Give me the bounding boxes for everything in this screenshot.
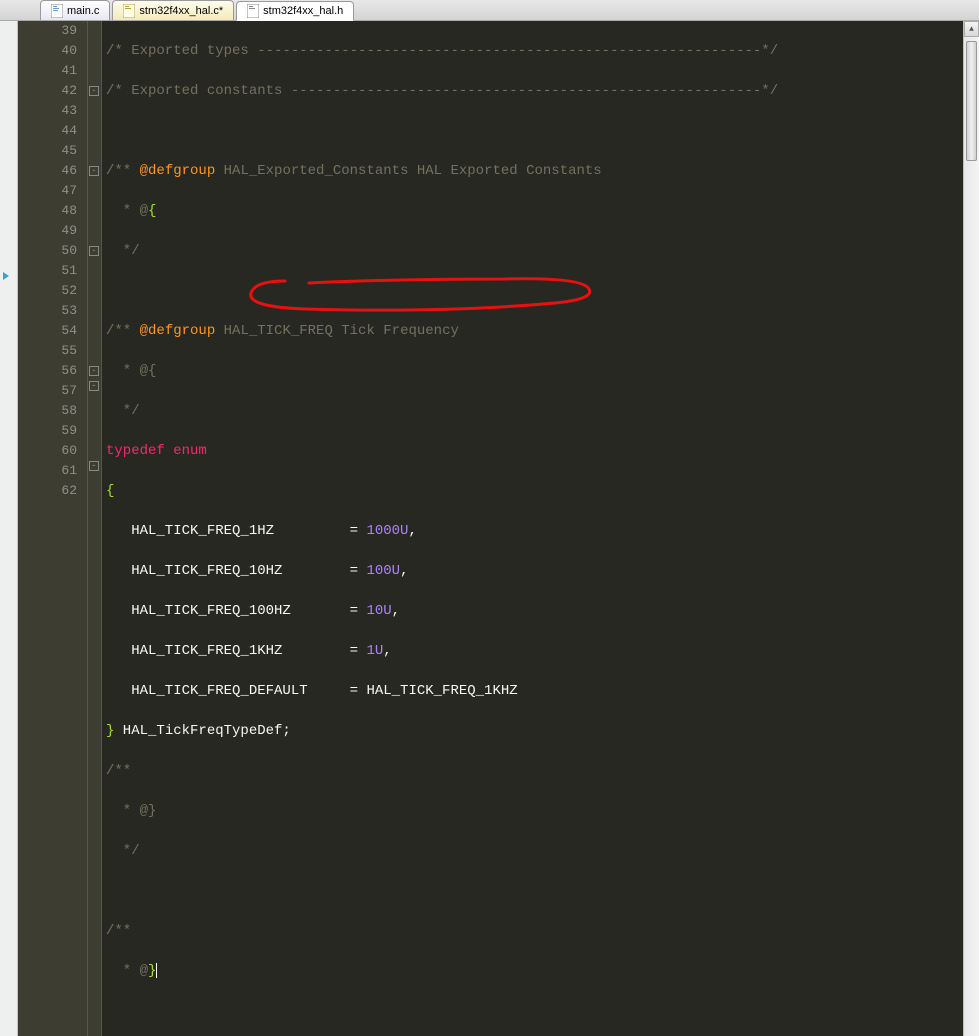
code-text: */: [106, 843, 140, 859]
code-text: /**: [106, 763, 131, 779]
code-text: }: [148, 963, 156, 979]
code-text: ,: [383, 643, 391, 659]
vertical-scrollbar[interactable]: ▲ ▼: [963, 21, 979, 1036]
code-text: HAL_TICK_FREQ_100HZ =: [106, 603, 366, 619]
line-number: 44: [18, 121, 77, 141]
line-number: 60: [18, 441, 77, 461]
marker-gutter[interactable]: [0, 21, 18, 1036]
fold-toggle-icon[interactable]: -: [89, 246, 99, 256]
line-number: 56: [18, 361, 77, 381]
code-text: HAL_TICK_FREQ_1KHZ =: [106, 643, 366, 659]
code-text: }: [106, 723, 114, 739]
scroll-track[interactable]: [964, 37, 979, 1036]
line-number: 61: [18, 461, 77, 481]
scroll-thumb[interactable]: [966, 41, 977, 161]
code-text: /**: [106, 923, 131, 939]
line-number: 62: [18, 481, 77, 501]
fold-gutter: - - - - - -: [88, 21, 102, 1036]
code-text: {: [148, 203, 156, 219]
code-text: 10U: [366, 603, 391, 619]
code-text: * @{: [106, 363, 156, 379]
tab-label: stm32f4xx_hal.c*: [139, 5, 223, 17]
code-text: HAL_TICK_FREQ_1HZ =: [106, 523, 366, 539]
code-text: */: [106, 403, 140, 419]
line-number: 51: [18, 261, 77, 281]
code-text: @defgroup: [131, 323, 215, 339]
line-number: 42: [18, 81, 77, 101]
code-text: /**: [106, 163, 131, 179]
code-text: 1U: [366, 643, 383, 659]
file-c-icon: [51, 4, 63, 18]
editor-area: 39 40 41 42 43 44 45 46 47 48 49 50 51 5…: [0, 21, 979, 1036]
line-number: 43: [18, 101, 77, 121]
code-text: * @: [106, 963, 148, 979]
code-text: HAL_TICK_FREQ_DEFAULT = HAL_TICK_FREQ_1K…: [106, 683, 518, 699]
line-number-gutter: 39 40 41 42 43 44 45 46 47 48 49 50 51 5…: [18, 21, 88, 1036]
line-number: 46: [18, 161, 77, 181]
code-text: */: [106, 243, 140, 259]
code-editor[interactable]: /* Exported types ----------------------…: [102, 21, 963, 1036]
tab-bar: main.c stm32f4xx_hal.c* stm32f4xx_hal.h: [0, 0, 979, 21]
code-text: @defgroup: [131, 163, 215, 179]
code-text: HAL_TickFreqTypeDef;: [114, 723, 290, 739]
tab-label: main.c: [67, 5, 99, 17]
code-text: /**: [106, 323, 131, 339]
file-h-icon: [247, 4, 259, 18]
line-number: 58: [18, 401, 77, 421]
fold-toggle-icon[interactable]: -: [89, 381, 99, 391]
line-number: 39: [18, 21, 77, 41]
code-text: ,: [400, 563, 408, 579]
code-text: /* Exported types ----------------------…: [106, 43, 778, 59]
code-text: HAL_Exported_Constants HAL Exported Cons…: [215, 163, 601, 179]
tab-label: stm32f4xx_hal.h: [263, 5, 343, 17]
line-number: 59: [18, 421, 77, 441]
code-text: * @: [106, 203, 148, 219]
line-number: 49: [18, 221, 77, 241]
line-number: 50: [18, 241, 77, 261]
tab-hal-h[interactable]: stm32f4xx_hal.h: [236, 1, 354, 21]
code-text: 1000U: [366, 523, 408, 539]
fold-toggle-icon[interactable]: -: [89, 166, 99, 176]
tab-main-c[interactable]: main.c: [40, 0, 110, 20]
code-text: HAL_TICK_FREQ Tick Frequency: [215, 323, 459, 339]
fold-toggle-icon[interactable]: -: [89, 461, 99, 471]
code-text: * @}: [106, 803, 156, 819]
line-number: 48: [18, 201, 77, 221]
code-text: ,: [408, 523, 416, 539]
line-number: 53: [18, 301, 77, 321]
app-window: main.c stm32f4xx_hal.c* stm32f4xx_hal.h …: [0, 0, 979, 518]
line-number: 52: [18, 281, 77, 301]
code-text: ,: [392, 603, 400, 619]
code-text: HAL_TICK_FREQ_10HZ =: [106, 563, 366, 579]
fold-toggle-icon[interactable]: -: [89, 86, 99, 96]
line-number: 41: [18, 61, 77, 81]
current-line-marker-icon: [3, 272, 11, 280]
fold-toggle-icon[interactable]: -: [89, 366, 99, 376]
line-number: 47: [18, 181, 77, 201]
line-number: 54: [18, 321, 77, 341]
line-number: 45: [18, 141, 77, 161]
code-text: /* Exported constants ------------------…: [106, 83, 778, 99]
code-text: typedef enum: [106, 443, 207, 459]
file-c-mod-icon: [123, 4, 135, 18]
line-number: 55: [18, 341, 77, 361]
text-cursor-icon: [156, 963, 157, 978]
line-number: 40: [18, 41, 77, 61]
scroll-up-button[interactable]: ▲: [964, 21, 979, 37]
code-text: 100U: [366, 563, 400, 579]
code-text: {: [106, 483, 114, 499]
tab-hal-c[interactable]: stm32f4xx_hal.c*: [112, 0, 234, 20]
line-number: 57: [18, 381, 77, 401]
